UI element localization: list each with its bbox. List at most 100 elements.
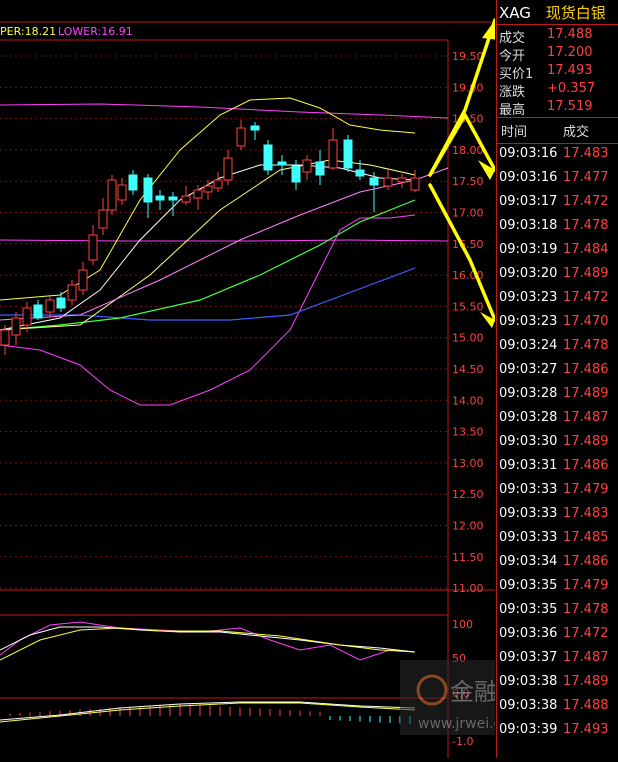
tick-price: 17.493 (563, 722, 609, 737)
tick-time: 09:03:33 (499, 506, 558, 521)
tick-price: 17.488 (563, 698, 609, 713)
tick-time: 09:03:33 (499, 530, 558, 545)
tick-time: 09:03:35 (499, 602, 558, 617)
candle-body (143, 177, 153, 203)
tick-row[interactable]: 09:03:16 17.477 (499, 170, 617, 194)
price-axis-label: 17.00 (452, 207, 484, 220)
ticks-header-time: 时间 (501, 125, 528, 140)
candle-body (328, 139, 338, 169)
tick-row[interactable]: 09:03:33 17.485 (499, 530, 617, 554)
tick-time: 09:03:38 (499, 674, 558, 689)
upper-band-label: PER:18.21 (0, 25, 57, 38)
quote-row-bid: 买价1 17.493 (499, 63, 593, 82)
price-axis-label: 17.50 (452, 175, 484, 188)
tick-price: 17.478 (563, 602, 609, 617)
tick-row[interactable]: 09:03:37 17.487 (499, 650, 617, 674)
jrwei-watermark: 金融圈 www.jrwei.com (400, 660, 523, 735)
tick-time: 09:03:38 (499, 698, 558, 713)
tick-row[interactable]: 09:03:38 17.489 (499, 674, 617, 698)
kline-chart[interactable]: 19.5019.0018.5018.0017.5017.0016.5016.00… (0, 0, 617, 758)
tick-price: 17.486 (563, 458, 609, 473)
indicator-axis-label: -1.0 (452, 735, 473, 748)
tick-time: 09:03:16 (499, 170, 558, 185)
tick-row[interactable]: 09:03:23 17.470 (499, 314, 617, 338)
tick-row[interactable]: 09:03:34 17.486 (499, 554, 617, 578)
watermark-url: www.jrwei.com (418, 716, 495, 732)
tick-row[interactable]: 09:03:16 17.483 (499, 146, 617, 170)
tick-row[interactable]: 09:03:27 17.486 (499, 362, 617, 386)
candle-body (181, 195, 191, 203)
quote-row-change: 涨跌 +0.357 (499, 81, 596, 100)
candle-body (78, 269, 88, 291)
tick-row[interactable]: 09:03:33 17.483 (499, 506, 617, 530)
tick-row[interactable]: 09:03:30 17.489 (499, 434, 617, 458)
candle-body (291, 165, 301, 183)
price-axis-label: 12.50 (452, 488, 484, 501)
candle-body (98, 209, 108, 229)
tick-row[interactable]: 09:03:31 17.486 (499, 458, 617, 482)
indicator-k-line (0, 621, 416, 661)
tick-row[interactable]: 09:03:35 17.478 (499, 602, 617, 626)
watermark-text: 金融圈 (450, 678, 495, 706)
price-axis-label: 12.00 (452, 520, 484, 533)
tick-row[interactable]: 09:03:38 17.488 (499, 698, 617, 722)
price-axis-label: 14.00 (452, 394, 484, 407)
indicator-j-line (0, 627, 416, 661)
tick-row[interactable]: 09:03:24 17.478 (499, 338, 617, 362)
price-axis-label: 19.50 (452, 50, 484, 63)
candle-body (22, 307, 32, 326)
candle-body (193, 189, 203, 199)
tick-row[interactable]: 09:03:28 17.489 (499, 386, 617, 410)
candle-body (45, 299, 55, 313)
tick-row[interactable]: 09:03:33 17.479 (499, 482, 617, 506)
tick-price: 17.483 (563, 146, 609, 161)
tick-row[interactable]: 09:03:36 17.472 (499, 626, 617, 650)
tick-time: 09:03:28 (499, 386, 558, 401)
candle-body (56, 297, 66, 309)
candle-body (315, 161, 325, 176)
chart-area[interactable]: 19.50 19.00 18.50 18.00 17.50 17.00 16.50 16.00… (0, 0, 617, 758)
tick-time: 09:03:24 (499, 338, 558, 353)
tick-time: 09:03:17 (499, 194, 558, 209)
quote-panel: XAG 现货白银 成交 17.488 今开 17.200 买价1 17.493 涨跌 +… (496, 0, 618, 758)
tick-price: 17.470 (563, 314, 609, 329)
candle-body (128, 174, 138, 191)
candle-body (117, 184, 127, 201)
tick-row[interactable]: 09:03:39 17.493 (499, 722, 617, 746)
price-axis-label: 19.00 (452, 81, 484, 94)
candle-body (67, 284, 77, 301)
price-axis-label: 13.50 (452, 426, 484, 439)
tick-row[interactable]: 09:03:35 17.479 (499, 578, 617, 602)
tick-time: 09:03:27 (499, 362, 558, 377)
tick-row[interactable]: 09:03:18 17.478 (499, 218, 617, 242)
candle-body (277, 161, 287, 166)
tick-price: 17.487 (563, 650, 609, 665)
candle-body (250, 125, 260, 131)
tick-row[interactable]: 09:03:28 17.487 (499, 410, 617, 434)
upper-band-line (0, 103, 449, 119)
price-axis-label: 16.50 (452, 238, 484, 251)
tick-row[interactable]: 09:03:20 17.489 (499, 266, 617, 290)
tick-price: 17.489 (563, 434, 609, 449)
candle-body (263, 144, 273, 171)
tick-price: 17.487 (563, 410, 609, 425)
tick-row[interactable]: 09:03:17 17.472 (499, 194, 617, 218)
tick-price: 17.478 (563, 218, 609, 233)
tick-price: 17.478 (563, 338, 609, 353)
tick-time: 09:03:23 (499, 290, 558, 305)
tick-price: 17.484 (563, 242, 609, 257)
candle-body (168, 196, 178, 201)
candle-body (410, 177, 420, 191)
tick-price: 17.479 (563, 578, 609, 593)
tick-price: 17.472 (563, 626, 609, 641)
tick-price: 17.472 (563, 194, 609, 209)
candle-body (343, 139, 353, 169)
tick-price: 17.479 (563, 482, 609, 497)
tick-row[interactable]: 09:03:23 17.472 (499, 290, 617, 314)
tick-time: 09:03:18 (499, 218, 558, 233)
tick-time: 09:03:35 (499, 578, 558, 593)
ticks-header-price: 成交 (563, 125, 590, 140)
tick-row[interactable]: 09:03:19 17.484 (499, 242, 617, 266)
indicator-axis-label: 100 (452, 618, 473, 631)
candle-body (369, 177, 379, 186)
